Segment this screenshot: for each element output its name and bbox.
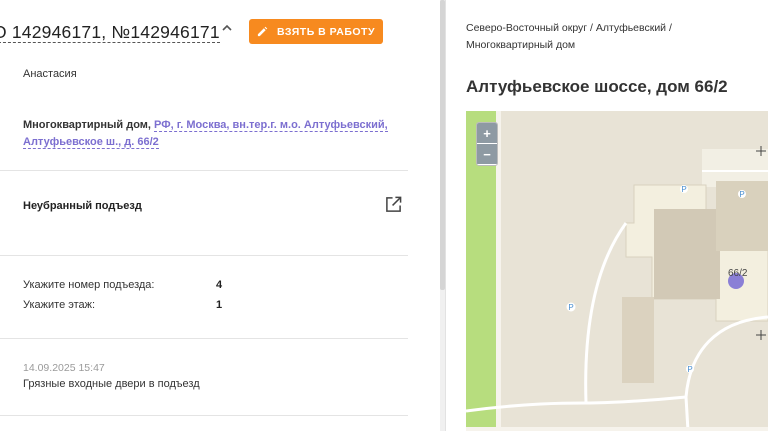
- breadcrumb-line-2[interactable]: Многоквартирный дом: [466, 37, 756, 54]
- comment-text: Грязные входные двери в подъезд: [23, 378, 200, 390]
- request-title[interactable]: О 142946171, №142946171: [0, 22, 220, 43]
- path: [584, 222, 628, 404]
- param-label-floor: Укажите этаж:: [23, 299, 96, 311]
- svg-text:P: P: [568, 303, 573, 312]
- external-link-icon[interactable]: [385, 196, 402, 213]
- take-to-work-label: ВЗЯТЬ В РАБОТУ: [276, 25, 375, 38]
- param-label-entrance: Укажите номер подъезда:: [23, 279, 155, 291]
- house-number-label: 66/2: [728, 268, 748, 279]
- zoom-control: + −: [476, 122, 498, 166]
- zoom-out-button[interactable]: −: [477, 143, 497, 164]
- svg-text:P: P: [739, 190, 744, 199]
- zoom-in-button[interactable]: +: [477, 123, 497, 143]
- divider: [0, 415, 408, 416]
- map[interactable]: P P P P + − 66/2: [466, 111, 768, 431]
- request-panel: О 142946171, №142946171 ВЗЯТЬ В РАБОТУ А…: [0, 0, 445, 431]
- svg-text:P: P: [681, 185, 686, 194]
- location-title: Алтуфьевское шоссе, дом 66/2: [466, 77, 728, 96]
- take-to-work-button[interactable]: ВЗЯТЬ В РАБОТУ: [249, 19, 383, 44]
- pencil-icon: [257, 26, 268, 37]
- category-title: Неубранный подъезд: [23, 200, 142, 212]
- param-value-entrance: 4: [216, 279, 223, 291]
- breadcrumb-line-1[interactable]: Северо-Восточный округ / Алтуфьевский /: [466, 20, 756, 37]
- location-panel: Северо-Восточный округ / Алтуфьевский / …: [446, 0, 768, 431]
- map-canvas: P P P P: [466, 111, 768, 431]
- address-block: Многоквартирный дом, РФ, г. Москва, вн.т…: [23, 117, 403, 151]
- comment-date: 14.09.2025 15:47: [23, 362, 105, 374]
- divider: [0, 170, 408, 171]
- building-block: [622, 297, 654, 383]
- chevron-up-icon[interactable]: [221, 22, 233, 34]
- svg-text:P: P: [687, 365, 692, 374]
- parking-icon: P: [686, 365, 694, 374]
- author-name: Анастасия: [23, 68, 77, 80]
- map-marker-small: [756, 330, 766, 340]
- param-value-floor: 1: [216, 299, 223, 311]
- path: [684, 315, 768, 398]
- parking-icon: P: [566, 302, 576, 312]
- divider: [0, 255, 408, 256]
- address-type: Многоквартирный дом,: [23, 119, 151, 131]
- breadcrumb: Северо-Восточный округ / Алтуфьевский / …: [466, 20, 756, 54]
- request-header: О 142946171, №142946171 ВЗЯТЬ В РАБОТУ: [0, 18, 440, 48]
- divider: [0, 338, 408, 339]
- path: [684, 396, 690, 431]
- building-block: [654, 209, 720, 299]
